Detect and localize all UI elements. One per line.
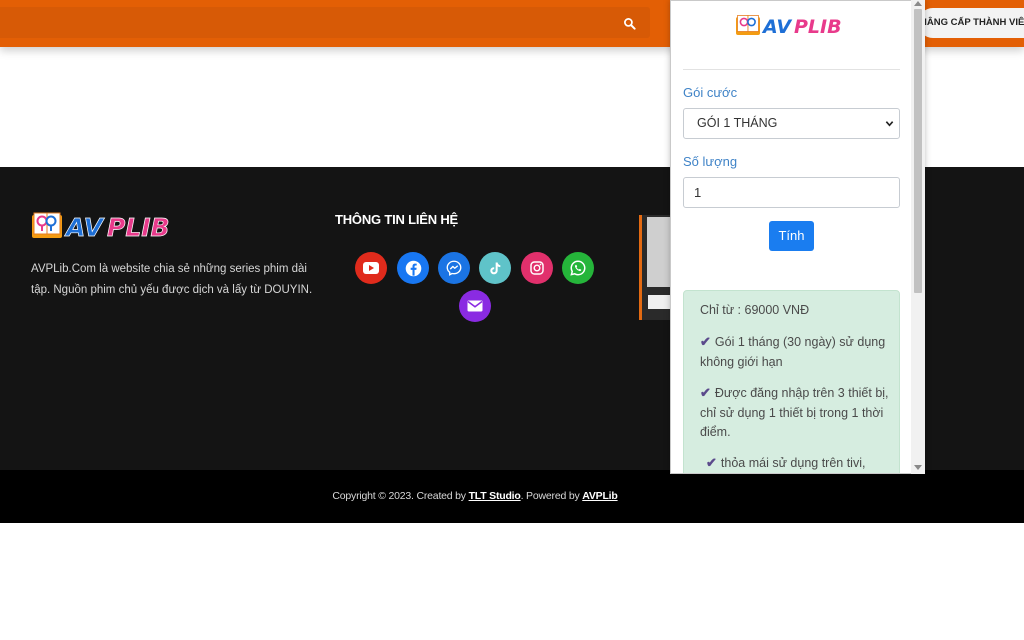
instagram-icon — [530, 261, 544, 275]
plan-select-value: GÓI 1 THÁNG — [697, 116, 778, 130]
instagram-link[interactable] — [521, 252, 553, 284]
scroll-down-icon[interactable] — [914, 465, 922, 470]
facebook-icon — [405, 260, 421, 276]
popup-logo: AV PLIB — [735, 13, 847, 41]
youtube-icon — [363, 262, 379, 274]
quantity-input[interactable]: 1 — [683, 177, 900, 208]
quantity-label: Số lượng — [683, 154, 738, 169]
copyright-text: Copyright © 2023. Created by TLT Studio.… — [0, 490, 950, 502]
promo-banner[interactable] — [639, 215, 672, 320]
copyright-prefix: Copyright © 2023. Created by — [332, 490, 469, 502]
svg-text:AV: AV — [64, 213, 105, 242]
scrollbar-thumb[interactable] — [914, 9, 922, 293]
calculate-button[interactable]: Tính — [769, 221, 814, 251]
promo-caption-bar — [648, 295, 672, 309]
youtube-link[interactable] — [355, 252, 387, 284]
whatsapp-icon — [570, 260, 586, 276]
header-search-area — [0, 7, 650, 38]
email-icon — [467, 300, 483, 312]
contact-title: THÔNG TIN LIÊN HỆ — [335, 212, 458, 227]
tiktok-icon — [490, 262, 501, 274]
svg-text:PLIB: PLIB — [107, 213, 170, 242]
popup-scrollbar[interactable] — [911, 0, 925, 474]
search-icon — [623, 17, 636, 30]
tlt-studio-link[interactable]: TLT Studio — [469, 490, 521, 502]
avplib-link[interactable]: AVPLib — [582, 490, 618, 502]
scroll-up-icon[interactable] — [914, 1, 922, 6]
check-icon: ✔ — [700, 334, 711, 349]
promo-image — [647, 217, 672, 287]
chevron-down-icon — [885, 121, 894, 127]
email-link[interactable] — [459, 290, 491, 322]
footer-description: AVPLib.Com là website chia sẻ những seri… — [31, 263, 313, 296]
plan-select[interactable]: GÓI 1 THÁNG — [683, 108, 900, 139]
plan-label: Gói cước — [683, 85, 738, 100]
messenger-link[interactable] — [438, 252, 470, 284]
svg-text:PLIB: PLIB — [794, 16, 842, 37]
svg-text:AV: AV — [761, 16, 792, 37]
copyright-middle: . Powered by — [520, 490, 583, 502]
feature-item: ✔ Gói 1 tháng (30 ngày) sử dụng không giớ… — [700, 334, 886, 369]
copyright-bar: Copyright © 2023. Created by TLT Studio.… — [0, 470, 1024, 523]
divider — [683, 69, 900, 70]
whatsapp-link[interactable] — [562, 252, 594, 284]
messenger-icon — [446, 260, 462, 276]
check-icon: ✔ — [700, 385, 711, 400]
check-icon: ✔ — [706, 455, 717, 470]
price-result-box: Chỉ từ : 69000 VNĐ ✔ Gói 1 tháng (30 ngày… — [683, 290, 900, 473]
feature-item: ✔ thỏa mái sử dụng trên tivi, — [706, 455, 866, 470]
tiktok-link[interactable] — [479, 252, 511, 284]
pricing-popup: AV PLIB Gói cước GÓI 1 THÁNG Số lượng 1 … — [670, 0, 925, 474]
page: NÂNG CẤP THÀNH VIÊN AV PLIB AVPLib.Com l… — [0, 0, 1024, 640]
price-text: Chỉ từ : 69000 VNĐ — [700, 303, 810, 317]
search-button[interactable] — [615, 10, 643, 36]
footer-logo[interactable]: AV PLIB — [31, 210, 176, 246]
upgrade-member-button[interactable]: NÂNG CẤP THÀNH VIÊN — [918, 8, 1024, 38]
feature-item: ✔ Được đăng nhập trên 3 thiết bị, chỉ sử … — [700, 385, 889, 439]
facebook-link[interactable] — [397, 252, 429, 284]
